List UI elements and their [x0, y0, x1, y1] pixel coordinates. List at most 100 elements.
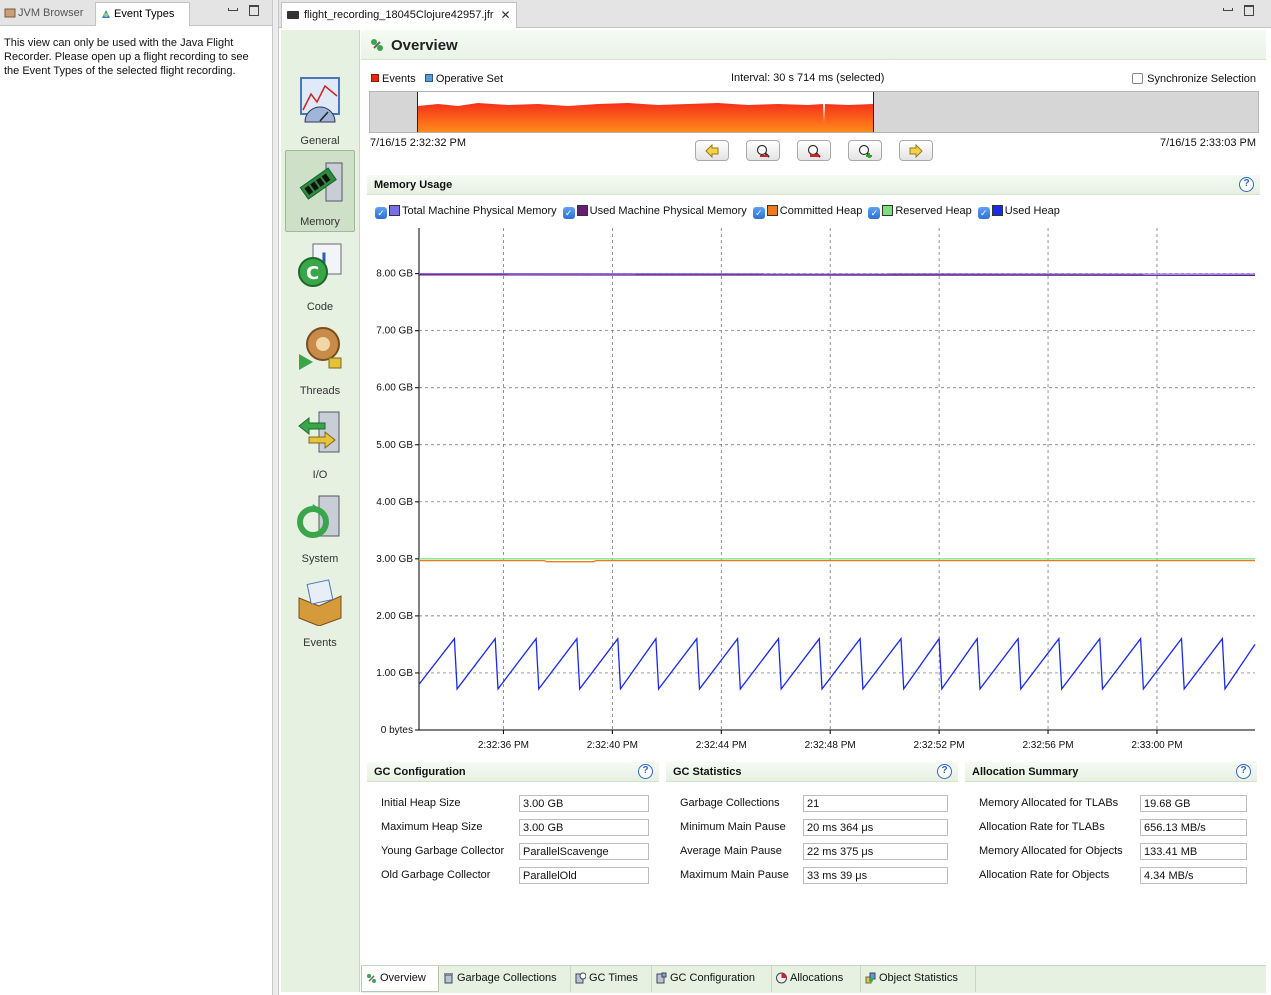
y-tick-label: 2.00 GB [376, 611, 413, 622]
maximum-heap-size-label: Maximum Heap Size [381, 821, 483, 833]
tab-garbage-collections-label: Garbage Collections [457, 972, 557, 984]
gc-statistics-help-icon[interactable]: ? [937, 764, 952, 779]
timeline-selection[interactable] [417, 92, 874, 132]
event-types-view: JVM Browser Event Types This view can on… [0, 0, 273, 995]
tab-gc-configuration[interactable]: GC Configuration [652, 966, 772, 992]
gc-configuration-title: GC Configuration [374, 766, 466, 778]
minimum-main-pause-field[interactable]: 20 ms 364 μs [803, 819, 948, 836]
legend-entry[interactable]: ✓ Total Machine Physical Memory [375, 205, 557, 219]
initial-heap-size-field[interactable]: 3.00 GB [519, 795, 649, 812]
memory-allocated-tlabs-field[interactable]: 19.68 GB [1140, 795, 1247, 812]
legend-label: Used Machine Physical Memory [589, 205, 747, 217]
tab-gc-times-label: GC Times [589, 972, 638, 984]
sync-checkbox-box[interactable] [1132, 73, 1144, 84]
nav-item-general[interactable]: General [285, 68, 355, 150]
y-tick-label: 7.00 GB [376, 326, 413, 337]
close-tab-icon[interactable]: ✕ [501, 3, 511, 27]
left-view-tab-bar: JVM Browser Event Types [0, 0, 272, 26]
events-box-icon [298, 579, 342, 626]
series-line [419, 559, 1255, 563]
x-tick-label: 2:32:36 PM [478, 740, 529, 751]
nav-item-code[interactable]: J C Code [285, 234, 355, 316]
overview-page: Overview Events Operative Set Interval: … [361, 30, 1266, 965]
range-navigator[interactable] [369, 91, 1259, 133]
overview-header: Overview [361, 30, 1266, 60]
legend-label: Reserved Heap [895, 205, 972, 217]
minimize-view-button[interactable] [226, 4, 238, 16]
legend-checkbox[interactable]: ✓ [562, 207, 575, 219]
nav-item-memory[interactable]: Memory [285, 150, 355, 232]
tab-flight-recording[interactable]: flight_recording_18045Clojure42957.jfr ✕ [281, 2, 517, 28]
zoom-in-button[interactable] [848, 140, 882, 161]
legend-checkbox[interactable]: ✓ [375, 207, 387, 219]
x-tick-label: 2:32:48 PM [805, 740, 856, 751]
maximize-editor-button[interactable] [1243, 4, 1255, 16]
tab-gc-times[interactable]: GC Times [571, 966, 652, 992]
gc-configuration-help-icon[interactable]: ? [638, 764, 653, 779]
tab-overview[interactable]: Overview [361, 966, 439, 992]
legend-entry[interactable]: ✓ Used Machine Physical Memory [562, 205, 747, 219]
scroll-left-button[interactable] [695, 140, 729, 161]
gc-configuration-icon [656, 972, 667, 984]
threads-spool-icon [299, 327, 342, 370]
maximum-main-pause-label: Maximum Main Pause [680, 869, 789, 881]
young-gc-field[interactable]: ParallelScavenge [519, 843, 649, 860]
maximum-heap-size-field[interactable]: 3.00 GB [519, 819, 649, 836]
nav-item-general-label: General [300, 135, 340, 147]
gc-configuration-panel: GC Configuration ? Initial Heap Size 3.0… [367, 762, 659, 884]
arrow-right-icon [909, 144, 923, 158]
memory-usage-chart: 0 bytes 1.00 GB 2.00 GB 3.00 GB 4.00 GB 5.00 … [376, 228, 1256, 751]
trash-can-icon [444, 973, 453, 984]
zoom-selection-icon [807, 144, 821, 158]
legend-label: Used Heap [1004, 205, 1060, 217]
memory-usage-help-icon[interactable]: ? [1239, 177, 1254, 192]
zoom-selection-button[interactable] [797, 140, 831, 161]
y-tick-label: 8.00 GB [376, 269, 413, 280]
maximum-main-pause-field[interactable]: 33 ms 39 μs [803, 867, 948, 884]
page-title: Overview [391, 37, 458, 54]
gc-statistics-panel: GC Statistics ? Garbage Collections 21 M… [666, 762, 958, 884]
memory-allocated-objects-field[interactable]: 133.41 MB [1140, 843, 1247, 860]
legend-checkbox[interactable]: ✓ [977, 207, 990, 219]
allocation-rate-objects-field[interactable]: 4.34 MB/s [1140, 867, 1247, 884]
arrow-left-icon [705, 144, 719, 158]
garbage-collections-field[interactable]: 21 [803, 795, 948, 812]
io-arrows-icon [298, 411, 340, 453]
allocations-pie-icon [776, 972, 787, 984]
legend-swatch [882, 205, 894, 216]
synchronize-selection-checkbox[interactable]: Synchronize Selection [1132, 73, 1256, 85]
nav-item-threads[interactable]: Threads [285, 318, 355, 400]
legend-checkbox[interactable]: ✓ [868, 207, 881, 219]
legend-swatch [991, 205, 1003, 216]
legend-swatch [576, 205, 588, 216]
tab-garbage-collections[interactable]: Garbage Collections [439, 966, 571, 992]
tab-object-statistics[interactable]: Object Statistics [861, 966, 976, 992]
old-gc-field[interactable]: ParallelOld [519, 867, 649, 884]
nav-item-system[interactable]: System [285, 486, 355, 568]
nav-item-threads-label: Threads [299, 385, 341, 397]
zoom-out-button[interactable] [746, 140, 780, 161]
nav-item-io[interactable]: I/O [285, 402, 355, 484]
maximize-view-button[interactable] [248, 4, 260, 16]
legend-checkbox[interactable]: ✓ [752, 207, 765, 219]
legend-entry[interactable]: ✓ Used Heap [977, 205, 1060, 219]
garbage-collections-label: Garbage Collections [680, 797, 780, 809]
code-icon: J C [298, 243, 342, 287]
scroll-right-button[interactable] [899, 140, 933, 161]
nav-item-events[interactable]: Events [285, 570, 355, 652]
y-tick-label: 1.00 GB [376, 668, 413, 679]
average-main-pause-field[interactable]: 22 ms 375 μs [803, 843, 948, 860]
nav-item-io-label: I/O [312, 469, 328, 481]
legend-swatch [389, 205, 400, 216]
allocation-summary-help-icon[interactable]: ? [1236, 764, 1251, 779]
legend-entry[interactable]: ✓ Committed Heap [752, 205, 862, 219]
legend-entry[interactable]: ✓ Reserved Heap [868, 205, 972, 219]
allocation-rate-tlabs-field[interactable]: 656.13 MB/s [1140, 819, 1247, 836]
tab-event-types[interactable]: Event Types [95, 2, 190, 26]
tab-jvm-browser[interactable]: JVM Browser [0, 2, 94, 26]
events-legend-label: Events [382, 73, 416, 85]
timeline-start-time: 7/16/15 2:32:32 PM [370, 137, 467, 149]
tab-allocations[interactable]: Allocations [772, 966, 861, 992]
minimize-editor-button[interactable] [1221, 4, 1233, 16]
average-main-pause-label: Average Main Pause [680, 845, 782, 857]
